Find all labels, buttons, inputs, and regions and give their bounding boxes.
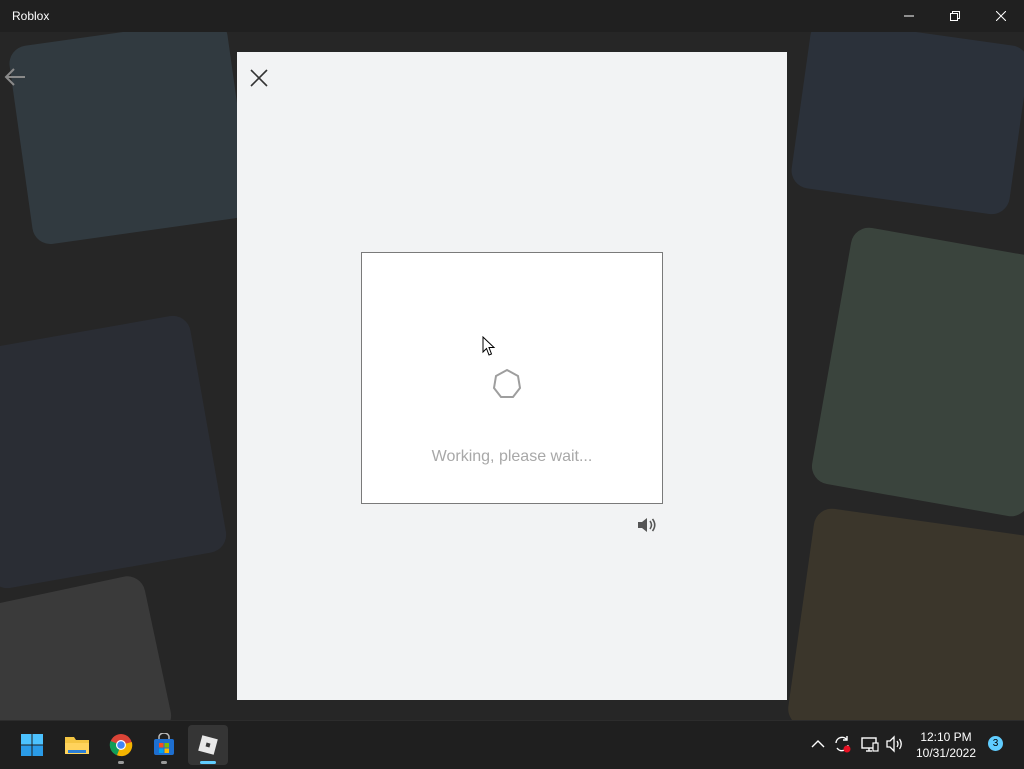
title-bar: Roblox (0, 0, 1024, 32)
folder-icon (65, 737, 89, 754)
volume-button[interactable] (885, 734, 905, 754)
captcha-modal: Working, please wait... (237, 52, 787, 700)
status-text: Working, please wait... (431, 448, 593, 465)
windows-start-icon (21, 734, 43, 756)
running-indicator (200, 761, 216, 764)
background-tile (809, 224, 1024, 520)
clock-time: 12:10 PM (920, 730, 972, 744)
taskbar: 12:10 PM 10/31/2022 (0, 720, 1024, 769)
store-icon (154, 733, 174, 755)
file-explorer-button[interactable] (57, 725, 97, 765)
sync-status-button[interactable] (832, 734, 852, 754)
close-icon[interactable] (249, 68, 269, 88)
restore-button[interactable] (932, 0, 978, 32)
notification-badge[interactable]: 3 (988, 736, 1003, 751)
app-title: Roblox (12, 9, 50, 23)
running-indicator (118, 761, 124, 764)
background-tile (7, 32, 253, 247)
restore-icon (950, 11, 960, 21)
back-arrow-icon[interactable] (4, 68, 26, 86)
captcha-frame: Working, please wait... (361, 252, 663, 504)
background-tile (0, 572, 175, 720)
background-tile (0, 312, 230, 592)
chrome-icon (109, 734, 133, 757)
store-button[interactable] (144, 725, 184, 765)
chrome-button[interactable] (101, 725, 141, 765)
background-tile (789, 32, 1024, 217)
roblox-button[interactable] (188, 725, 228, 765)
clock-date: 10/31/2022 (915, 746, 977, 760)
minimize-icon (904, 15, 914, 17)
chevron-up-icon (811, 740, 825, 748)
close-button[interactable] (978, 0, 1024, 32)
volume-icon (886, 735, 902, 753)
roblox-icon (198, 735, 218, 755)
show-hidden-icons-button[interactable] (808, 734, 828, 754)
running-indicator (161, 761, 167, 764)
close-icon (996, 11, 1006, 21)
start-button[interactable] (12, 725, 52, 765)
mouse-cursor-icon (482, 336, 496, 356)
clock-button[interactable]: 12:10 PM 10/31/2022 (908, 729, 984, 761)
minimize-button[interactable] (886, 0, 932, 32)
sync-icon (835, 736, 851, 753)
background-tile (785, 506, 1024, 720)
network-button[interactable] (860, 734, 880, 754)
speaker-icon[interactable] (636, 516, 658, 534)
hexagon-spinner-icon (492, 368, 522, 398)
network-monitor-icon (861, 737, 879, 752)
